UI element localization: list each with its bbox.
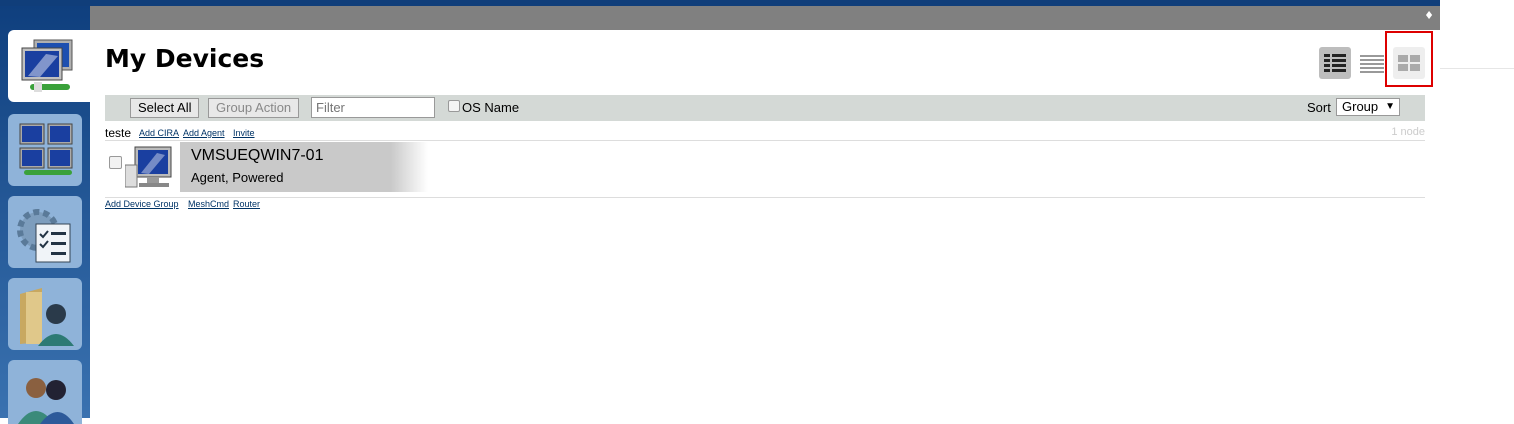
divider (105, 197, 1425, 198)
add-cira-link[interactable]: Add CIRA (139, 128, 179, 138)
sidebar-item-my-users[interactable] (8, 360, 82, 424)
list-view-button[interactable] (1356, 47, 1388, 79)
router-link[interactable]: Router (233, 199, 260, 209)
filter-input[interactable] (311, 97, 435, 118)
sidebar-item-my-files[interactable] (8, 278, 82, 350)
sort-select[interactable]: Group ▼ (1336, 98, 1400, 116)
group-action-button[interactable]: Group Action (208, 98, 300, 118)
invite-link[interactable]: Invite (233, 128, 255, 138)
right-blank-area (1440, 0, 1514, 418)
sidebar-item-device-groups[interactable] (8, 114, 82, 186)
group-name: teste (105, 126, 132, 140)
device-tile[interactable]: VMSUEQWIN7-01 Agent, Powered (105, 142, 428, 192)
server-settings-icon (17, 209, 71, 263)
right-divider (1440, 68, 1514, 69)
sidebar-item-my-devices[interactable] (8, 30, 90, 102)
os-name-checkbox[interactable] (448, 100, 460, 112)
header-bar: ♦ (90, 6, 1440, 30)
select-all-button[interactable]: Select All (130, 98, 200, 118)
node-count: 1 node (1391, 126, 1425, 138)
group-header: teste Add CIRA Add Agent Invite 1 node (105, 126, 1425, 141)
detailed-list-view-icon (1324, 54, 1346, 72)
page-title: My Devices (105, 44, 265, 73)
highlight-box (1385, 31, 1433, 87)
my-files-icon (20, 288, 74, 346)
device-name[interactable]: VMSUEQWIN7-01 (191, 147, 323, 165)
meshcmd-link[interactable]: MeshCmd (188, 199, 229, 209)
detailed-list-view-button[interactable] (1319, 47, 1351, 79)
sidebar-item-server-settings[interactable] (8, 196, 82, 268)
sidebar (0, 6, 90, 424)
sort-value: Group (1342, 99, 1379, 114)
toolbar: Select All Group Action OS Name Sort Gro… (105, 95, 1425, 121)
os-name-label: OS Name (462, 100, 520, 115)
my-devices-icon (21, 39, 73, 92)
chevron-down-icon: ▼ (1385, 101, 1395, 112)
device-status: Agent, Powered (191, 170, 284, 185)
device-groups-icon (19, 123, 73, 175)
computer-icon (125, 146, 172, 188)
device-checkbox[interactable] (109, 156, 122, 169)
add-agent-link[interactable]: Add Agent (183, 128, 225, 138)
add-device-group-link[interactable]: Add Device Group (105, 199, 179, 209)
sort-label: Sort (1307, 100, 1331, 115)
menu-glyph[interactable]: ♦ (1424, 9, 1434, 22)
my-users-icon (18, 378, 74, 424)
list-view-icon (1360, 55, 1384, 73)
